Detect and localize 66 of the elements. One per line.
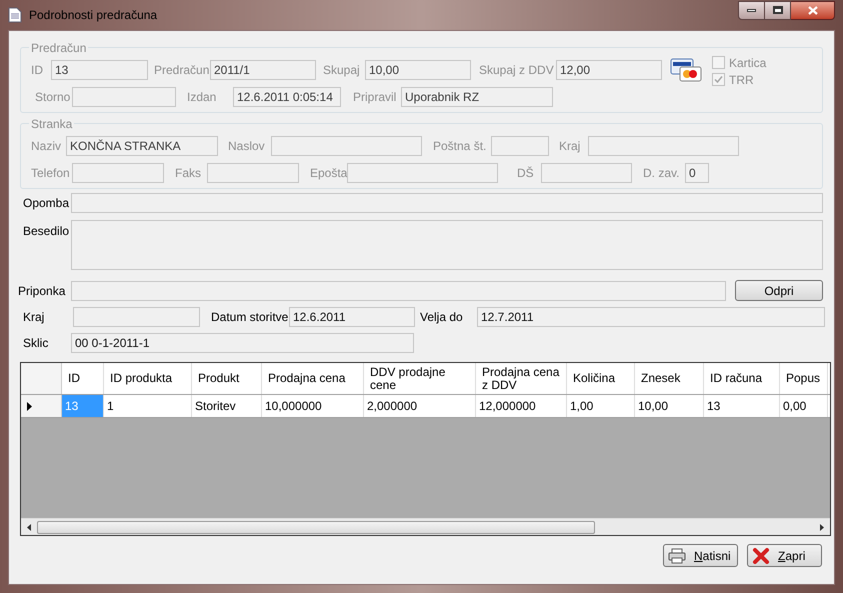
field-label: Skupaj z DDV (479, 62, 555, 79)
column-header[interactable]: Prodajna cena (262, 363, 364, 394)
maximize-button[interactable] (765, 0, 791, 20)
field-label: Izdan (187, 89, 218, 106)
column-header[interactable]: Znesek (635, 363, 704, 394)
text-field[interactable] (71, 193, 823, 213)
field-label: Poštna št. (433, 138, 488, 155)
window-title: Podrobnosti predračuna (29, 7, 158, 24)
horizontal-scrollbar[interactable] (21, 518, 830, 535)
current-row-icon (27, 402, 32, 410)
text-field[interactable] (73, 307, 200, 327)
field-label: Pripravil (353, 89, 398, 106)
row-header[interactable] (21, 395, 62, 417)
payment-cards-icon (670, 57, 702, 83)
scrollbar-thumb[interactable] (37, 520, 595, 534)
field-label: Besedilo (23, 223, 70, 240)
button-label: Natisni (694, 548, 731, 564)
dialog-button[interactable]: Zapri (747, 544, 822, 567)
field-label: Skupaj (323, 62, 361, 79)
column-header[interactable]: ID (62, 363, 104, 394)
column-header[interactable]: DDV prodajne cene (364, 363, 476, 394)
check-icon (714, 75, 723, 84)
field-label: ID (31, 62, 44, 79)
column-header[interactable]: Popus (780, 363, 828, 394)
document-icon (8, 7, 22, 23)
column-header[interactable]: Produkt (192, 363, 262, 394)
field-label: Predračun (154, 62, 210, 79)
minimize-button[interactable] (738, 0, 765, 20)
text-field[interactable]: 12.6.2011 (289, 307, 415, 327)
field-label: D. zav. (643, 165, 680, 182)
field-label: Naslov (228, 138, 266, 155)
maximize-icon (772, 6, 782, 14)
column-header[interactable]: ID produkta (104, 363, 192, 394)
printer-icon (668, 548, 686, 564)
table-cell[interactable]: 0,00 (780, 395, 828, 417)
scroll-left-icon (27, 524, 31, 530)
checkbox-label: Kartica (729, 54, 766, 72)
open-button[interactable]: Odpri (735, 280, 823, 301)
text-area[interactable] (71, 220, 823, 270)
close-icon (752, 548, 770, 564)
text-field[interactable]: 00 0-1-2011-1 (71, 333, 414, 353)
checkbox-label: TRR (729, 72, 754, 88)
text-field[interactable]: 12.7.2011 (477, 307, 825, 327)
scroll-right-icon (820, 524, 824, 530)
close-button[interactable] (791, 0, 835, 20)
field-label: Telefon (31, 165, 71, 182)
button-label: Zapri (778, 548, 806, 564)
close-icon (808, 6, 818, 14)
field-label: Sklic (23, 335, 50, 352)
text-field[interactable] (71, 280, 726, 300)
field-label: Kraj (23, 309, 46, 326)
field-label: DŠ (517, 165, 535, 182)
field-label: Epošta (310, 165, 347, 182)
field-label: Faks (175, 165, 202, 182)
field-label: Priponka (18, 282, 66, 300)
field-label: Velja do (420, 309, 464, 326)
field-label: Storno (35, 89, 72, 106)
column-header[interactable]: Prodajna cena z DDV (476, 363, 567, 394)
column-header[interactable]: Količina (567, 363, 635, 394)
column-header[interactable]: ID računa (704, 363, 780, 394)
field-label: Naziv (31, 138, 62, 155)
field-label: Datum storitve (211, 309, 289, 326)
field-label: Kraj (559, 138, 582, 155)
field-label: Opomba (23, 195, 70, 212)
minimize-icon (747, 8, 756, 12)
dialog-button[interactable]: Natisni (663, 544, 738, 567)
